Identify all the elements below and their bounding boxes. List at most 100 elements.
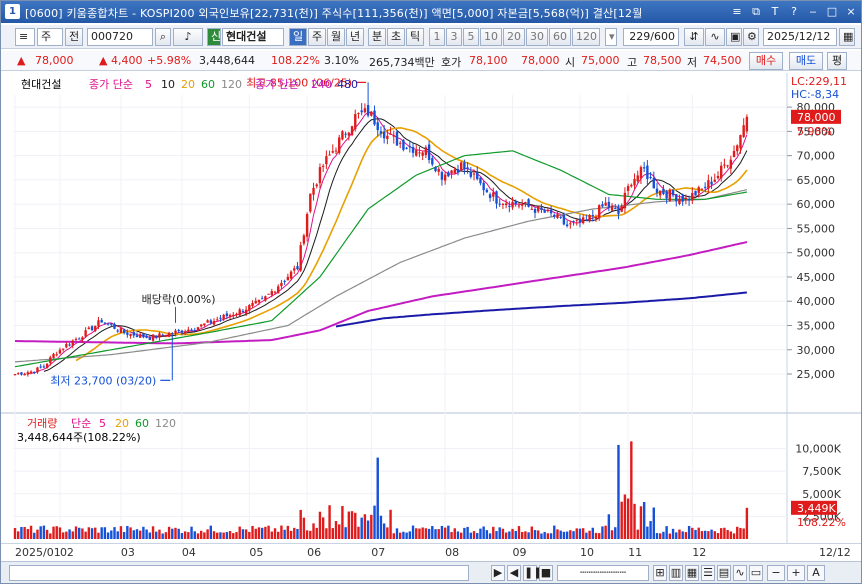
speaker-icon[interactable]: ♪ (173, 28, 203, 46)
menu-icon[interactable]: ≡ (729, 4, 745, 20)
restore-icon[interactable]: ⧉ (748, 4, 764, 20)
price-tick-label: 30,000 (797, 344, 836, 357)
candle-body (488, 194, 492, 198)
scroll-right-icon[interactable]: ▶ (491, 565, 505, 581)
tab-year[interactable]: 년 (346, 28, 364, 46)
candle-body (479, 177, 482, 184)
candle-body (257, 299, 261, 303)
ma-legend-label-2: 종가 단순 (255, 78, 299, 91)
tab-tick[interactable]: 틱 (406, 28, 424, 46)
tab-month[interactable]: 월 (327, 28, 345, 46)
text-icon[interactable]: T (767, 4, 783, 20)
sell-button[interactable]: 매도 (789, 52, 823, 70)
help-icon[interactable]: ? (786, 4, 802, 20)
volume-bar (472, 531, 476, 539)
volume-bar (389, 509, 392, 539)
line-icon[interactable]: ∿ (733, 565, 747, 581)
candle-body (222, 314, 225, 320)
candle-body (517, 205, 521, 207)
zoom-plus-button[interactable]: + (787, 565, 805, 581)
market-select[interactable]: 주 (37, 28, 63, 46)
maximize-icon[interactable]: □ (824, 4, 840, 20)
interval-dropdown-icon[interactable]: ▾ (605, 28, 617, 46)
zoom-out-button[interactable]: − (767, 565, 785, 581)
minimize-icon[interactable]: ‒ (805, 4, 821, 20)
interval-60[interactable]: 60 (549, 28, 571, 46)
volume-bar (520, 531, 524, 539)
scroll-track[interactable] (9, 565, 469, 581)
candle-body (315, 184, 318, 187)
stock-code-input[interactable]: 000720 (87, 28, 153, 46)
trend-icon[interactable]: ∿ (705, 28, 725, 46)
chart-svg[interactable]: 80,00075,00070,00065,00060,00055,00050,0… (1, 73, 862, 543)
buy-button[interactable]: 매수 (749, 52, 783, 70)
list-icon[interactable]: ≡ (15, 28, 35, 46)
scroll-prev-icon[interactable]: ◀ (507, 565, 521, 581)
candle-body (671, 189, 675, 196)
candle-body (450, 170, 453, 174)
save-icon[interactable]: ▣ (726, 28, 742, 46)
list-view-icon[interactable]: ☰ (701, 565, 715, 581)
interval-20[interactable]: 20 (503, 28, 525, 46)
volume-bar (23, 526, 26, 539)
volume-bar (652, 507, 655, 539)
interval-5[interactable]: 5 (463, 28, 479, 46)
interval-120[interactable]: 120 (572, 28, 600, 46)
volume-bar (620, 501, 623, 539)
zoom-in-icon[interactable]: ⊞ (653, 565, 667, 581)
interval-10[interactable]: 10 (480, 28, 502, 46)
candle-body (508, 205, 511, 207)
bar-chart-icon[interactable]: ▥ (669, 565, 683, 581)
candle-body (729, 159, 733, 169)
pause-icon[interactable]: ❚❚ (523, 565, 542, 581)
candle-body (251, 303, 254, 307)
volume-bar (302, 517, 306, 539)
volume-bar (216, 532, 219, 539)
stop-icon[interactable]: ■ (539, 565, 553, 581)
calendar-icon[interactable]: ▦ (839, 28, 855, 46)
tab-day[interactable]: 일 (289, 28, 307, 46)
prev-button[interactable]: 전 (65, 28, 83, 46)
tab-week[interactable]: 주 (308, 28, 326, 46)
date-tick-label: 04 (182, 546, 196, 559)
window-small-icon[interactable]: ▭ (749, 565, 763, 581)
search-icon[interactable]: ⌕ (155, 28, 171, 46)
chart-tools-icon[interactable]: ⇵ (684, 28, 704, 46)
candle-body (668, 189, 672, 201)
grid-icon[interactable]: ▦ (685, 565, 699, 581)
close-icon[interactable]: × (843, 4, 859, 20)
volume-bar (511, 528, 514, 539)
ask-price: 78,000 (521, 54, 560, 67)
tab-minute[interactable]: 분 (368, 28, 386, 46)
zoom-slider[interactable]: ┄┄┄┄┄┄┄ (557, 565, 649, 581)
volume-bar (517, 526, 521, 539)
candle-body (418, 152, 421, 154)
tab-second[interactable]: 초 (387, 28, 405, 46)
candle-body (228, 314, 232, 317)
data-count-input[interactable]: 229/600 (623, 28, 679, 46)
volume-bar (533, 530, 537, 539)
turnover-rate: 3.10% (324, 54, 359, 67)
auto-button[interactable]: A (807, 565, 825, 581)
interval-3[interactable]: 3 (446, 28, 462, 46)
volume-bar (630, 441, 633, 539)
candle-body (588, 215, 591, 221)
candle-body (395, 131, 399, 146)
candle-body (84, 330, 87, 337)
chart-area[interactable]: 80,000 75,000 70,000 65,000 60,000 55,000 50,0… (1, 73, 862, 543)
volume-bar (415, 528, 418, 539)
volume-bar (694, 529, 697, 539)
ma480-legend: 480 (337, 78, 358, 91)
volume-bar (264, 526, 267, 539)
doc-icon[interactable]: ▤ (717, 565, 731, 581)
date-input[interactable]: 2025/12/12 (763, 28, 837, 46)
eval-button[interactable]: 평 (827, 52, 847, 70)
interval-1[interactable]: 1 (429, 28, 445, 46)
settings-gear-icon[interactable]: ⚙ (743, 28, 759, 46)
bid-label: 호가 (441, 56, 462, 69)
volume-bar (49, 533, 52, 539)
volume-bar (187, 532, 190, 539)
candle-body (52, 353, 55, 358)
interval-30[interactable]: 30 (526, 28, 548, 46)
candle-body (591, 215, 594, 217)
